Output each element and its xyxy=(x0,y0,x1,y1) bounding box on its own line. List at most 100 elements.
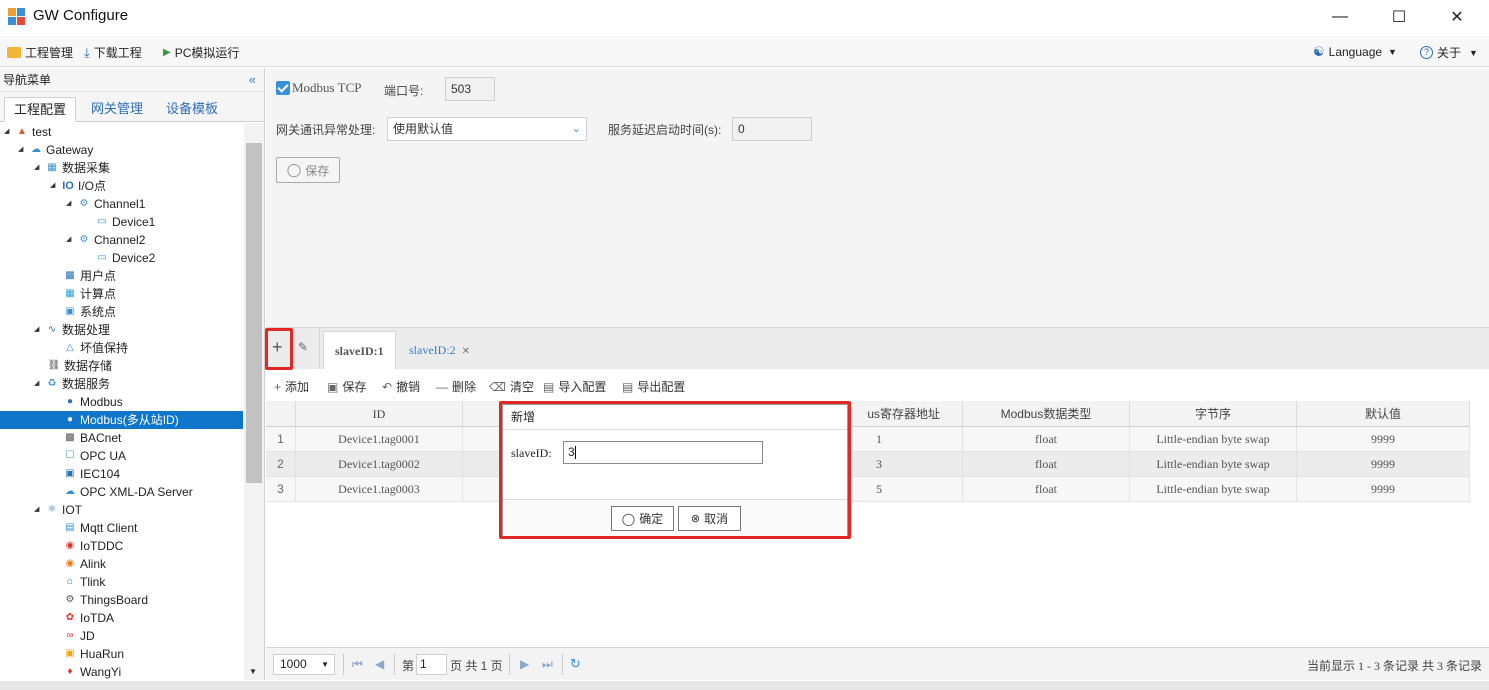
save-icon: ▣ xyxy=(327,379,339,394)
modbus-tcp-checkbox[interactable]: Modbus TCP xyxy=(276,80,361,96)
import-label: 导入配置 xyxy=(558,380,607,394)
prev-page-icon[interactable]: ◀ xyxy=(375,657,384,671)
tree-node-data-service[interactable]: ◢ ♻ 数据服务 xyxy=(34,375,110,393)
scroll-down-icon[interactable]: ▼ xyxy=(249,667,257,676)
tree-node-channel2[interactable]: ◢ ⚙ Channel2 xyxy=(66,231,145,249)
table-row[interactable]: 2 Device1.tag0002 3 float Little-endian … xyxy=(266,452,1470,477)
cell-id[interactable]: Device1.tag0003 xyxy=(296,477,463,502)
tree-node-device2[interactable]: ▭ Device2 xyxy=(84,249,155,267)
tree-node-iotda[interactable]: ✿ IoTDA xyxy=(52,609,114,627)
tree-node-mqtt[interactable]: ▤ Mqtt Client xyxy=(52,519,137,537)
cell-datatype[interactable]: float xyxy=(963,477,1130,502)
first-page-icon[interactable]: ⏮ xyxy=(352,657,363,672)
tree-node-system-point[interactable]: ▣ 系统点 xyxy=(52,303,116,321)
cell-datatype[interactable]: float xyxy=(963,452,1130,477)
col-header-byteorder[interactable]: 字节序 xyxy=(1130,401,1297,427)
close-window-button[interactable]: ✕ xyxy=(1434,0,1480,34)
tree-node-huarun[interactable]: ▣ HuaRun xyxy=(52,645,124,663)
add-button[interactable]: + 添加 xyxy=(274,378,309,395)
export-button[interactable]: ▤ 导出配置 xyxy=(622,378,685,395)
col-header-id[interactable]: ID xyxy=(296,401,463,427)
import-icon: ▤ xyxy=(543,379,555,394)
col-header-datatype[interactable]: Modbus数据类型 xyxy=(963,401,1130,427)
collapse-icon[interactable]: « xyxy=(249,68,256,92)
tree-node-opc-xml[interactable]: ☁ OPC XML-DA Server xyxy=(52,483,193,501)
tree-label: Device2 xyxy=(112,251,156,265)
cell-default[interactable]: 9999 xyxy=(1297,427,1470,452)
cell-id[interactable]: Device1.tag0002 xyxy=(296,452,463,477)
cell-id[interactable]: Device1.tag0001 xyxy=(296,427,463,452)
tree-node-device1[interactable]: ▭ Device1 xyxy=(84,213,155,231)
config-save-button[interactable]: ◯ 保存 xyxy=(276,157,340,183)
pager-divider xyxy=(562,654,563,675)
tab-slave-2[interactable]: slaveID:2 ✕ xyxy=(398,331,481,370)
table-row[interactable]: 1 Device1.tag0001 1 float Little-endian … xyxy=(266,427,1470,452)
tree-node-storage[interactable]: ⛓ 数据存储 xyxy=(36,357,112,375)
delete-button[interactable]: — 删除 xyxy=(436,378,476,395)
close-tab-icon[interactable]: ✕ xyxy=(462,346,470,357)
tree-node-modbus[interactable]: ● Modbus xyxy=(52,393,123,411)
port-input[interactable]: 503 xyxy=(445,77,495,101)
tree-node-calc-point[interactable]: ▦ 计算点 xyxy=(52,285,116,303)
tree-node-user-point[interactable]: ▩ 用户点 xyxy=(52,267,116,285)
cell-byteorder[interactable]: Little-endian byte swap xyxy=(1130,477,1297,502)
undo-button[interactable]: ↶ 撤销 xyxy=(382,378,420,395)
tree-node-iec104[interactable]: ▣ IEC104 xyxy=(52,465,120,483)
tree-node-tlink[interactable]: ⌂ Tlink xyxy=(52,573,105,591)
tree-node-io[interactable]: ◢ IO I/O点 xyxy=(50,177,106,195)
tree-node-alink[interactable]: ◉ Alink xyxy=(52,555,106,573)
tree-node-iot[interactable]: ◢ ⚛ IOT xyxy=(34,501,82,519)
cell-default[interactable]: 9999 xyxy=(1297,452,1470,477)
tree-node-opcua[interactable]: ☐ OPC UA xyxy=(52,447,127,465)
simulate-menu[interactable]: ▶ PC模拟运行 xyxy=(163,44,239,61)
tree-node-bacnet[interactable]: ▩ BACnet xyxy=(52,429,121,447)
cell-default[interactable]: 9999 xyxy=(1297,477,1470,502)
slaveid-input[interactable]: 3 xyxy=(563,441,763,464)
row-number: 2 xyxy=(266,452,296,477)
tree-node-jd[interactable]: ∞ JD xyxy=(52,627,94,645)
cell-byteorder[interactable]: Little-endian byte swap xyxy=(1130,452,1297,477)
project-menu[interactable]: 工程管理 xyxy=(7,44,73,61)
save-button[interactable]: ▣ 保存 xyxy=(327,378,366,395)
tab-slave-1[interactable]: slaveID:1 xyxy=(323,331,396,370)
tree-node-wangyi[interactable]: ♦ WangYi xyxy=(52,663,121,680)
next-page-icon[interactable]: ▶ xyxy=(520,657,529,671)
tree-label: 数据存储 xyxy=(64,359,113,373)
add-slave-button[interactable]: + xyxy=(272,338,283,356)
tree-node-data-process[interactable]: ◢ ∿ 数据处理 xyxy=(34,321,110,339)
tree-node-gateway[interactable]: ◢ ☁ Gateway xyxy=(18,141,93,159)
tree-scrollbar[interactable]: ▼ xyxy=(244,123,264,680)
cancel-button[interactable]: ⊗ 取消 xyxy=(678,506,741,531)
tab-gateway-manage[interactable]: 网关管理 xyxy=(82,97,152,122)
tab-device-template[interactable]: 设备模板 xyxy=(157,97,227,122)
minimize-button[interactable]: — xyxy=(1317,0,1363,34)
edit-slave-button[interactable]: ✎ xyxy=(298,340,308,354)
tree-label: Mqtt Client xyxy=(80,521,138,535)
tree-scroll-thumb[interactable] xyxy=(246,143,262,483)
download-menu[interactable]: ⤓ 下载工程 xyxy=(84,44,142,61)
tree-node-data-collect[interactable]: ◢ ▦ 数据采集 xyxy=(34,159,110,177)
delay-input[interactable]: 0 xyxy=(732,117,812,141)
tree-node-modbus-multi[interactable]: ● Modbus(多从站ID) xyxy=(0,411,243,429)
tree-node-thingsboard[interactable]: ⚙ ThingsBoard xyxy=(52,591,149,609)
maximize-button[interactable]: ☐ xyxy=(1376,0,1422,34)
tree-node-iotddc[interactable]: ◉ IoTDDC xyxy=(52,537,124,555)
cell-byteorder[interactable]: Little-endian byte swap xyxy=(1130,427,1297,452)
cell-datatype[interactable]: float xyxy=(963,427,1130,452)
col-header-default[interactable]: 默认值 xyxy=(1297,401,1470,427)
page-input[interactable]: 1 xyxy=(416,654,447,675)
page-size-select[interactable]: 1000 ▼ xyxy=(273,654,335,675)
ok-button[interactable]: ◯ 确定 xyxy=(611,506,674,531)
tab-project-config[interactable]: 工程配置 xyxy=(4,97,77,122)
clear-button[interactable]: ⌫ 清空 xyxy=(489,378,534,395)
tree-node-bad-value[interactable]: △ 坏值保持 xyxy=(52,339,128,357)
refresh-icon[interactable]: ↻ xyxy=(570,656,581,672)
import-button[interactable]: ▤ 导入配置 xyxy=(543,378,606,395)
table-row[interactable]: 3 Device1.tag0003 5 float Little-endian … xyxy=(266,477,1470,502)
exception-select[interactable]: 使用默认值 ⌄ xyxy=(387,117,587,141)
tree-node-test[interactable]: ◢ ▲ test xyxy=(4,123,51,141)
tree-node-channel1[interactable]: ◢ ⚙ Channel1 xyxy=(66,195,145,213)
last-page-icon[interactable]: ⏭ xyxy=(542,657,553,672)
about-menu[interactable]: ? 关于 ▼ xyxy=(1420,44,1478,61)
language-menu[interactable]: ☯ Language ▼ xyxy=(1313,44,1397,60)
